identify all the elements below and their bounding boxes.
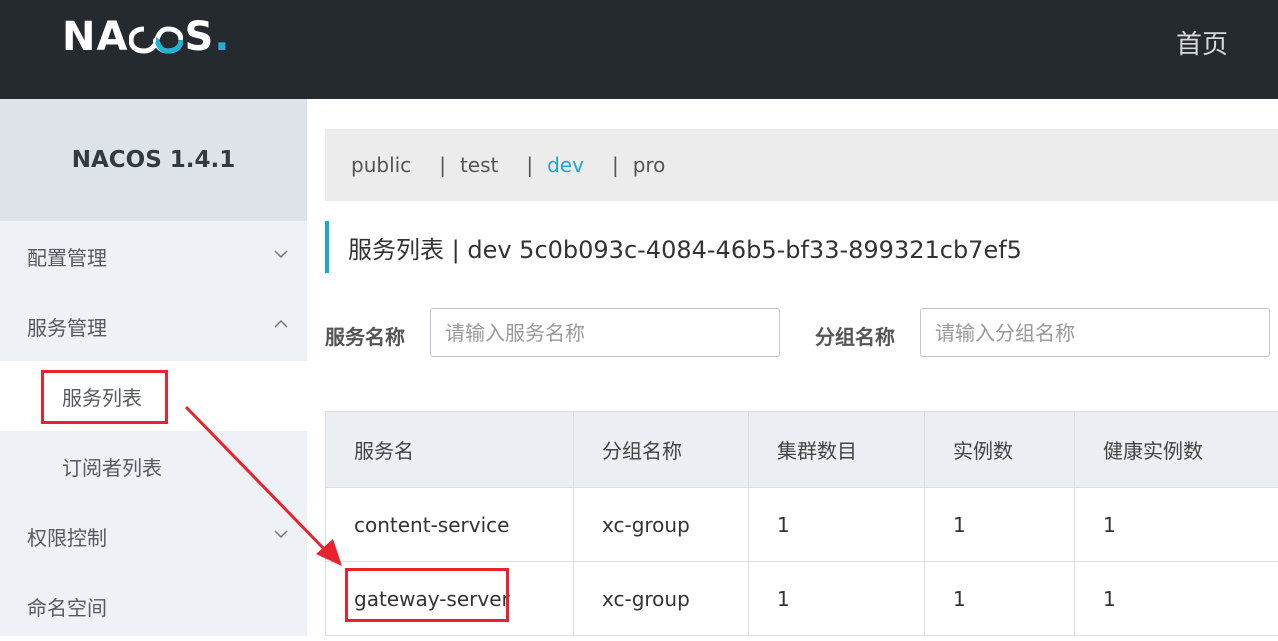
column-header-healthy-instance-count[interactable]: 健康实例数 (1075, 412, 1278, 488)
sidebar-item-label: 命名空间 (27, 592, 107, 621)
group-name-label: 分组名称 (815, 321, 895, 350)
sidebar-item-service-management[interactable]: 服务管理 (0, 291, 307, 361)
sidebar-item-permission-control[interactable]: 权限控制 (0, 501, 307, 571)
cell-healthy-instance-count: 1 (1075, 488, 1278, 562)
namespace-dev[interactable]: dev (547, 153, 584, 177)
group-name-input[interactable] (920, 308, 1270, 357)
namespace-public[interactable]: public (351, 153, 411, 177)
column-header-instance-count[interactable]: 实例数 (925, 412, 1075, 488)
service-table: 服务名 分组名称 集群数目 实例数 健康实例数 content-service … (325, 411, 1278, 636)
column-header-service-name[interactable]: 服务名 (326, 412, 574, 488)
namespace-separator: | (612, 153, 619, 177)
sidebar-item-label: 权限控制 (27, 522, 107, 551)
service-name-input[interactable] (430, 308, 780, 357)
namespace-bar: public | test | dev | pro (325, 129, 1278, 201)
nacos-logo[interactable]: NA S . (62, 16, 230, 60)
cell-instance-count: 1 (925, 488, 1075, 562)
page-title: 服务列表 | dev 5c0b093c-4084-46b5-bf33-89932… (325, 221, 1022, 273)
chevron-up-icon (273, 316, 289, 332)
chevron-down-icon (273, 246, 289, 262)
namespace-pro[interactable]: pro (633, 153, 666, 177)
cell-healthy-instance-count: 1 (1075, 562, 1278, 636)
logo-dot: . (214, 14, 230, 60)
logo-text-s: S (184, 14, 214, 60)
table-row[interactable]: gateway-server xc-group 1 1 1 (326, 562, 1278, 636)
infinity-icon (129, 25, 183, 55)
main-content: public | test | dev | pro 服务列表 | dev 5c0… (325, 129, 1278, 201)
cell-cluster-count: 1 (749, 488, 925, 562)
sidebar: NACOS 1.4.1 配置管理 服务管理 服务列表 订阅者列表 权限控制 命名… (0, 99, 307, 636)
namespace-separator: | (439, 153, 446, 177)
column-header-cluster-count[interactable]: 集群数目 (749, 412, 925, 488)
sidebar-item-namespace[interactable]: 命名空间 (0, 571, 307, 641)
service-name-label: 服务名称 (325, 321, 405, 350)
namespace-separator: | (526, 153, 533, 177)
sidebar-item-label: 服务管理 (27, 312, 107, 341)
sidebar-item-label: 配置管理 (27, 242, 107, 271)
cell-service-name: content-service (326, 488, 574, 562)
sidebar-item-label: 服务列表 (62, 382, 142, 411)
cell-group-name: xc-group (574, 562, 749, 636)
version-label: NACOS 1.4.1 (0, 99, 307, 221)
cell-service-name: gateway-server (326, 562, 574, 636)
cell-instance-count: 1 (925, 562, 1075, 636)
table-header-row: 服务名 分组名称 集群数目 实例数 健康实例数 (326, 412, 1278, 488)
sidebar-menu: 配置管理 服务管理 服务列表 订阅者列表 权限控制 命名空间 (0, 221, 307, 641)
home-link[interactable]: 首页 (1176, 24, 1228, 61)
sidebar-item-subscriber-list[interactable]: 订阅者列表 (0, 431, 307, 501)
cell-group-name: xc-group (574, 488, 749, 562)
logo-text-na: NA (62, 14, 128, 60)
sidebar-item-label: 订阅者列表 (62, 452, 162, 481)
sidebar-item-config-management[interactable]: 配置管理 (0, 221, 307, 291)
table-row[interactable]: content-service xc-group 1 1 1 (326, 488, 1278, 562)
column-header-group-name[interactable]: 分组名称 (574, 412, 749, 488)
namespace-test[interactable]: test (460, 153, 498, 177)
cell-cluster-count: 1 (749, 562, 925, 636)
search-form: 服务名称 分组名称 (325, 308, 1278, 358)
sidebar-item-service-list[interactable]: 服务列表 (0, 361, 307, 431)
chevron-down-icon (273, 526, 289, 542)
top-header: NA S . 首页 (0, 0, 1278, 99)
